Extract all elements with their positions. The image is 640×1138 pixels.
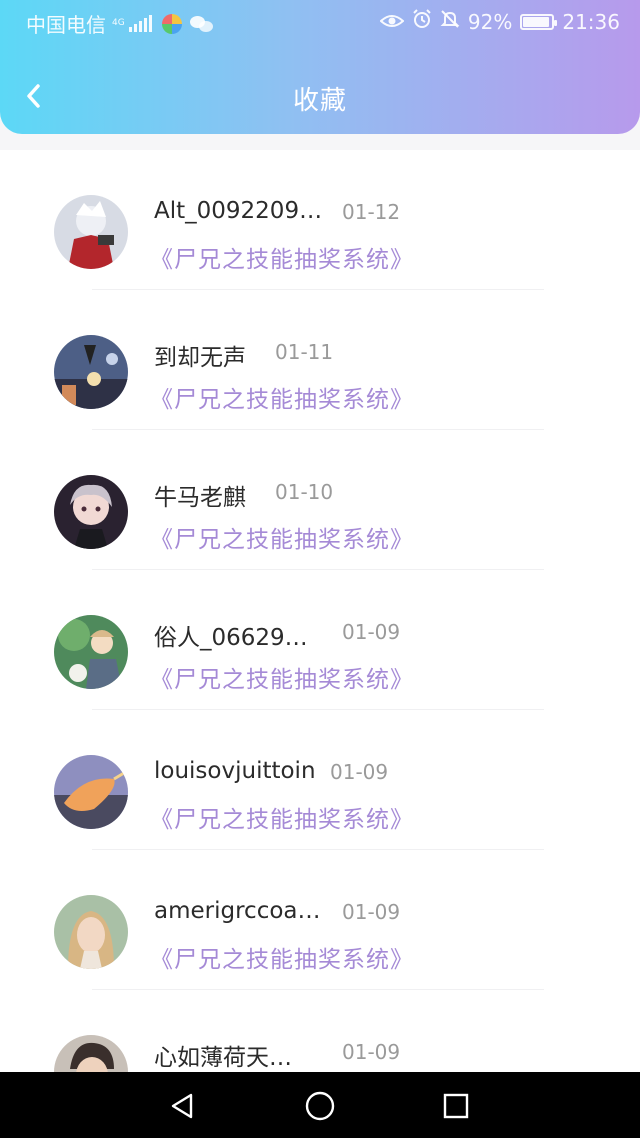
avatar: [54, 475, 128, 549]
list-item[interactable]: amerigrccoa… 01-09 《尸兄之技能抽奖系统》: [0, 850, 640, 990]
list-item[interactable]: 心如薄荷天… 01-09: [0, 990, 640, 1072]
book-title[interactable]: 《尸兄之技能抽奖系统》: [150, 660, 414, 694]
date-label: 01-09: [330, 760, 389, 784]
list-item[interactable]: louisovjuittoin 01-09 《尸兄之技能抽奖系统》: [0, 710, 640, 850]
book-title[interactable]: 《尸兄之技能抽奖系统》: [150, 240, 414, 274]
date-label: 01-10: [275, 480, 334, 504]
avatar: [54, 195, 128, 269]
book-title[interactable]: 《尸兄之技能抽奖系统》: [150, 520, 414, 554]
wechat-icon: [189, 14, 214, 34]
user-name: 心如薄荷天…: [154, 1045, 292, 1071]
avatar: [54, 615, 128, 689]
battery-icon: [520, 13, 558, 30]
battery-percent: 92%: [467, 9, 513, 34]
user-name: 俗人_06629…: [154, 625, 308, 651]
date-label: 01-11: [275, 340, 334, 364]
clock-time: 21:36: [562, 9, 620, 34]
favorites-list: Alt_0092209… 01-12 《尸兄之技能抽奖系统》 到却无声 01-1…: [0, 150, 640, 1072]
page-title: 收藏: [292, 86, 347, 116]
app-icon: [161, 13, 182, 34]
list-item[interactable]: Alt_0092209… 01-12 《尸兄之技能抽奖系统》: [0, 150, 640, 290]
book-title[interactable]: 《尸兄之技能抽奖系统》: [150, 800, 414, 834]
home-circle-icon[interactable]: [302, 1088, 338, 1124]
user-name: 牛马老麒: [154, 485, 246, 511]
eye-icon: [379, 10, 405, 34]
avatar: [54, 895, 128, 969]
book-title[interactable]: 《尸兄之技能抽奖系统》: [150, 940, 414, 974]
alarm-icon: [412, 9, 432, 34]
user-name: louisovjuittoin: [154, 758, 316, 784]
carrier-label: 中国电信: [26, 13, 106, 37]
recents-square-icon[interactable]: [438, 1088, 474, 1124]
book-title[interactable]: 《尸兄之技能抽奖系统》: [150, 380, 414, 414]
system-navigation-bar: [0, 1072, 640, 1138]
avatar: [54, 335, 128, 409]
date-label: 01-09: [342, 1040, 401, 1064]
date-label: 01-09: [342, 900, 401, 924]
avatar: [54, 1035, 128, 1072]
user-name: amerigrccoa…: [154, 898, 321, 924]
back-triangle-icon[interactable]: [164, 1088, 200, 1124]
date-label: 01-09: [342, 620, 401, 644]
list-item[interactable]: 俗人_06629… 01-09 《尸兄之技能抽奖系统》: [0, 570, 640, 710]
list-item[interactable]: 到却无声 01-11 《尸兄之技能抽奖系统》: [0, 290, 640, 430]
nav-row: 收藏: [0, 66, 640, 126]
signal-icon: [128, 14, 152, 32]
user-name: Alt_0092209…: [154, 198, 323, 224]
user-name: 到却无声: [154, 345, 246, 371]
network-type: 4G: [112, 18, 125, 28]
status-bar: 中国电信 4G 92% 21:36: [0, 0, 640, 44]
mute-bell-icon: [440, 9, 460, 34]
header-bar: 中国电信 4G 92% 21:36 收藏: [0, 0, 640, 134]
date-label: 01-12: [342, 200, 401, 224]
avatar: [54, 755, 128, 829]
list-item[interactable]: 牛马老麒 01-10 《尸兄之技能抽奖系统》: [0, 430, 640, 570]
